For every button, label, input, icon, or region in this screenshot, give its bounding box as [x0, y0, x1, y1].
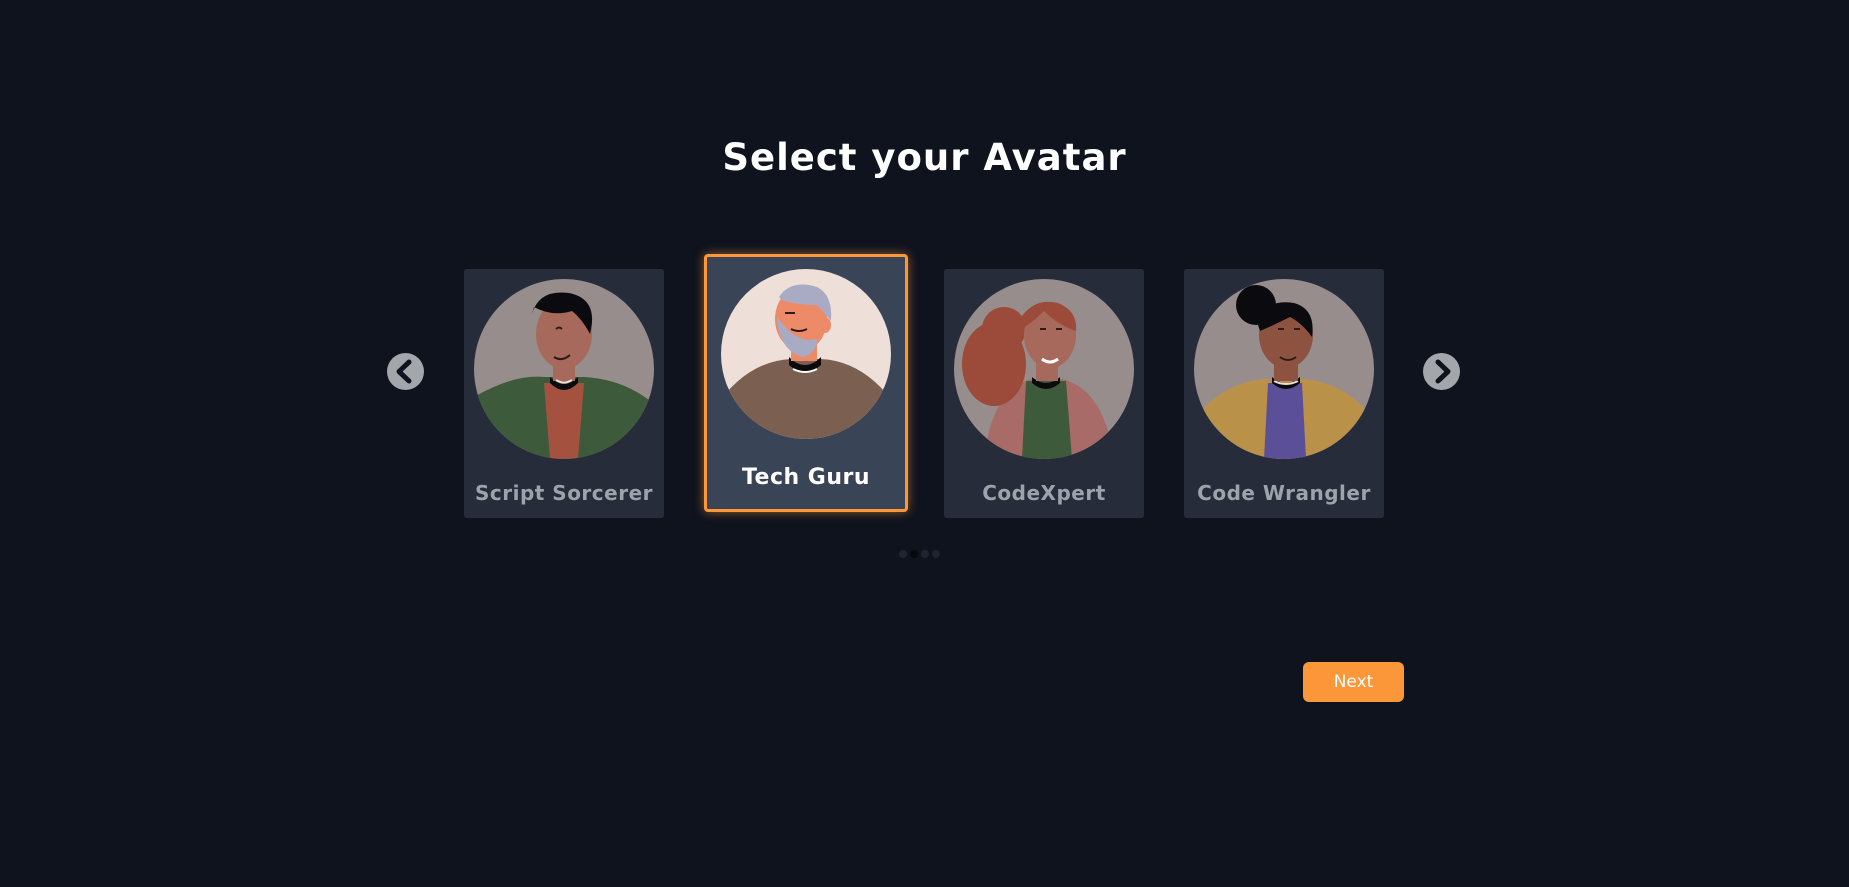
- avatar-card-script-sorcerer[interactable]: Script Sorcerer: [464, 269, 664, 518]
- avatar-image: [721, 269, 891, 439]
- chevron-right-icon: [1435, 359, 1451, 384]
- carousel-next-button[interactable]: [1423, 353, 1460, 390]
- page-title: Select your Avatar: [722, 136, 1127, 179]
- next-button[interactable]: Next: [1303, 662, 1404, 702]
- avatar-selection-page: Select your Avatar Script Sorcerer Tech …: [0, 0, 1849, 887]
- avatar-card-label: Script Sorcerer: [474, 481, 654, 505]
- chevron-left-icon: [396, 359, 412, 384]
- avatar-card-label: Tech Guru: [741, 465, 871, 490]
- avatar-image: [1194, 279, 1374, 459]
- avatar-image: [954, 279, 1134, 459]
- pagination-dot[interactable]: [932, 550, 940, 558]
- avatar-card-label: Code Wrangler: [1197, 481, 1371, 505]
- pagination-dot-active[interactable]: [910, 550, 918, 558]
- carousel-pagination: [899, 549, 940, 559]
- pagination-dot[interactable]: [921, 550, 929, 558]
- avatar-card-label: CodeXpert: [982, 481, 1106, 505]
- carousel-prev-button[interactable]: [387, 353, 424, 390]
- avatar-card-code-wrangler[interactable]: Code Wrangler: [1184, 269, 1384, 518]
- avatar-image: [474, 279, 654, 459]
- pagination-dot[interactable]: [899, 550, 907, 558]
- avatar-card-codexpert[interactable]: CodeXpert: [944, 269, 1144, 518]
- avatar-card-tech-guru[interactable]: Tech Guru: [704, 254, 908, 512]
